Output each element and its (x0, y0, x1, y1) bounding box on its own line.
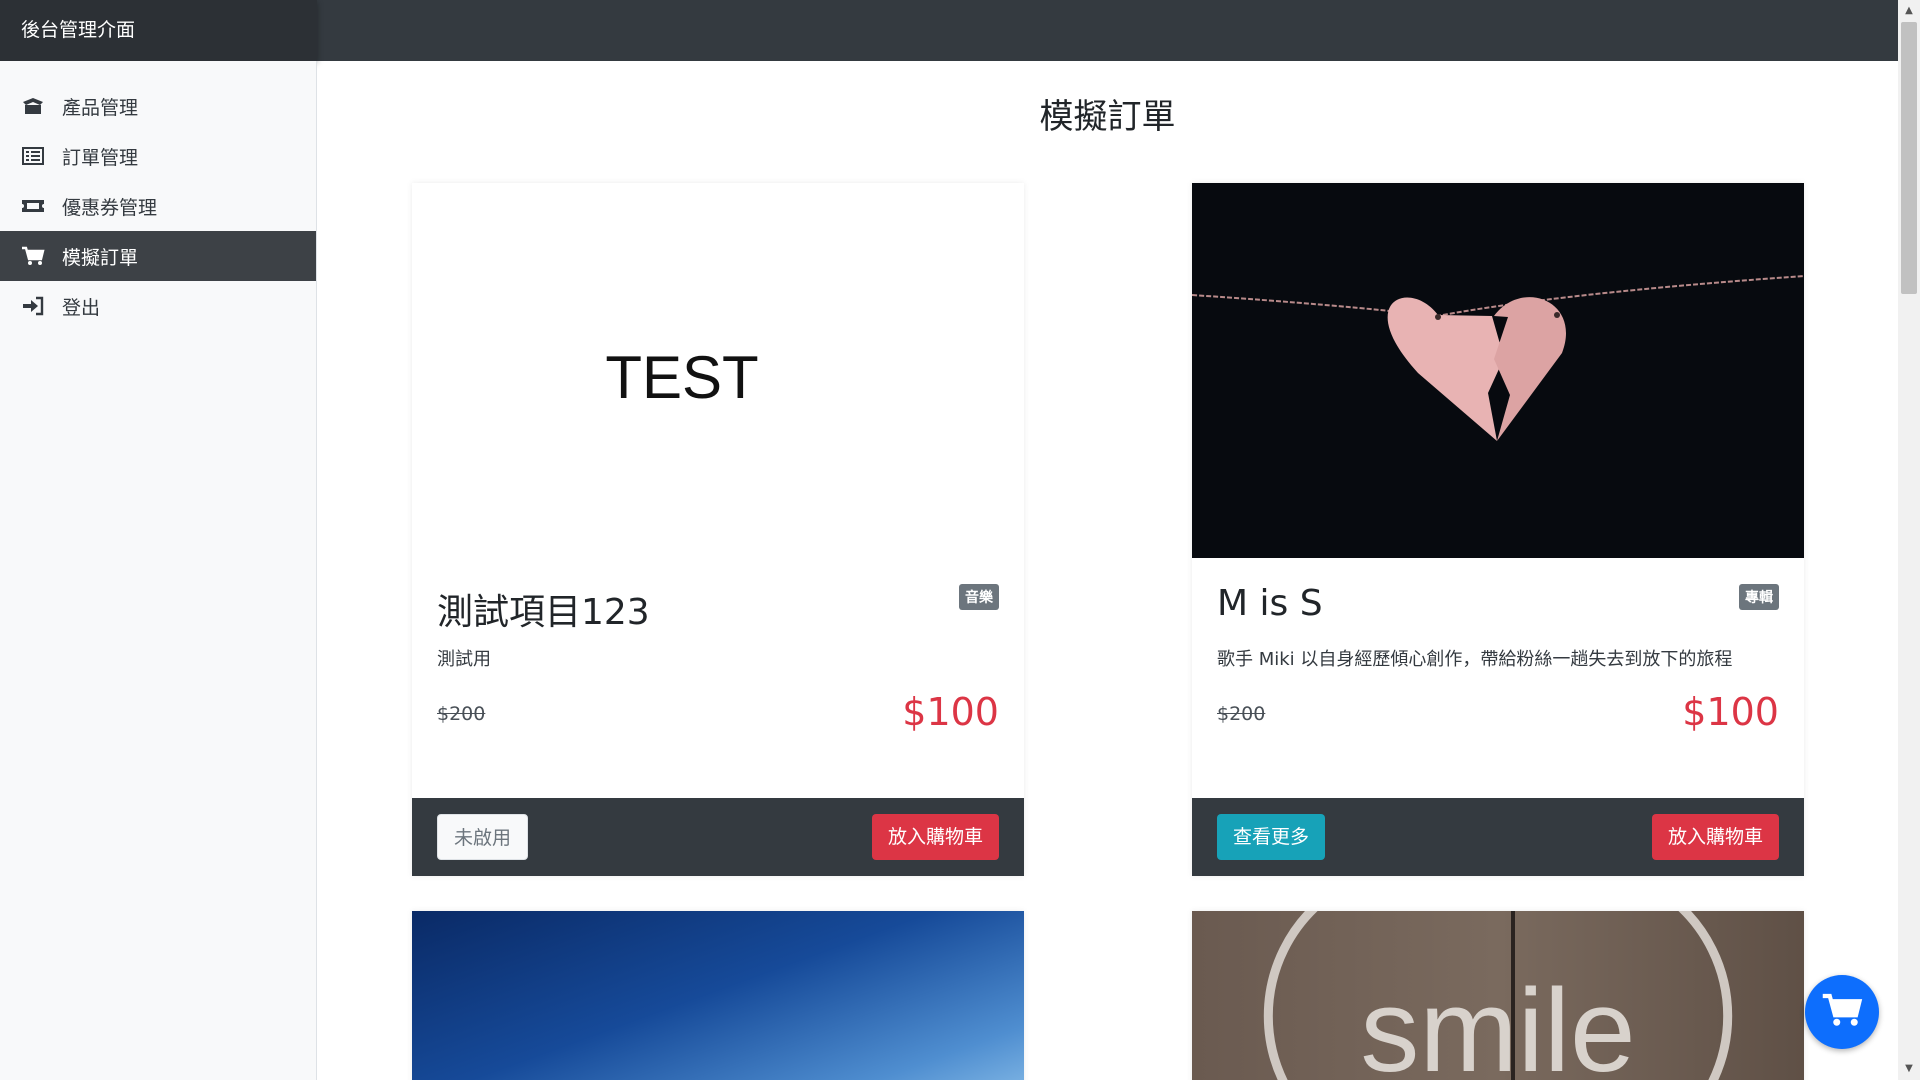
product-image-text: TEST (605, 344, 759, 411)
product-card: M is S 專輯 歌手 Miki 以自身經歷傾心創作，帶給粉絲一趟失去到放下的… (1192, 183, 1804, 876)
origin-price: $200 (1217, 703, 1266, 725)
main-content: 模擬訂單 TEST 測試項目123 音樂 測試用 $200 $100 未啟用 放… (317, 61, 1898, 1080)
product-image: smile (1192, 911, 1804, 1080)
add-to-cart-button[interactable]: 放入購物車 (1651, 814, 1779, 860)
card-body: 測試項目123 音樂 測試用 $200 $100 (412, 558, 1024, 798)
add-to-cart-button[interactable]: 放入購物車 (871, 814, 999, 860)
product-card: TEST 測試項目123 音樂 測試用 $200 $100 未啟用 放入購物車 (412, 183, 1024, 876)
sidebar-item-products[interactable]: 產品管理 (0, 81, 316, 131)
category-badge: 專輯 (1739, 584, 1779, 610)
sidebar: 產品管理 訂單管理 優惠券管理 模擬訂單 登出 (0, 61, 317, 1080)
sidebar-menu: 產品管理 訂單管理 優惠券管理 模擬訂單 登出 (0, 81, 316, 331)
vertical-scrollbar[interactable]: ▲ ▼ (1898, 0, 1920, 1080)
product-name: M is S (1217, 583, 1323, 624)
card-body: M is S 專輯 歌手 Miki 以自身經歷傾心創作，帶給粉絲一趟失去到放下的… (1192, 558, 1804, 798)
sign-in-icon (20, 296, 46, 316)
broken-heart-image (1192, 183, 1804, 558)
scroll-down-arrow[interactable]: ▼ (1898, 1058, 1920, 1080)
sidebar-item-label: 產品管理 (62, 96, 139, 119)
product-description: 歌手 Miki 以自身經歷傾心創作，帶給粉絲一趟失去到放下的旅程 (1217, 649, 1733, 670)
product-image: TEST (412, 183, 1024, 558)
view-more-button[interactable]: 查看更多 (1217, 814, 1326, 860)
cart-icon (1821, 992, 1863, 1032)
sidebar-item-mock-order[interactable]: 模擬訂單 (0, 231, 316, 281)
sidebar-item-coupons[interactable]: 優惠券管理 (0, 181, 316, 231)
scroll-up-arrow[interactable]: ▲ (1898, 0, 1920, 22)
disabled-button[interactable]: 未啟用 (437, 814, 529, 860)
sidebar-item-logout[interactable]: 登出 (0, 281, 316, 331)
card-footer: 未啟用 放入購物車 (412, 798, 1024, 876)
card-footer: 查看更多 放入購物車 (1192, 798, 1804, 876)
product-card: smile (1192, 911, 1804, 1080)
product-image-text: smile (1360, 965, 1636, 1080)
sidebar-item-orders[interactable]: 訂單管理 (0, 131, 316, 181)
sidebar-item-label: 優惠券管理 (62, 196, 158, 219)
list-icon (20, 146, 46, 166)
box-open-icon (20, 96, 46, 116)
category-badge: 音樂 (959, 584, 999, 610)
page-title: 模擬訂單 (1039, 97, 1176, 137)
origin-price: $200 (437, 703, 486, 725)
cart-icon (20, 246, 46, 266)
scrollbar-thumb[interactable] (1901, 22, 1917, 294)
sidebar-item-label: 登出 (62, 296, 101, 319)
floating-cart-button[interactable] (1805, 975, 1879, 1049)
product-image (412, 911, 1024, 1080)
product-image (1192, 183, 1804, 558)
sale-price: $100 (902, 690, 999, 734)
product-name: 測試項目123 (437, 592, 650, 633)
product-description: 測試用 (437, 649, 491, 670)
sidebar-item-label: 模擬訂單 (62, 246, 139, 269)
brand-title[interactable]: 後台管理介面 (0, 0, 317, 61)
ticket-icon (20, 196, 46, 216)
product-card (412, 911, 1024, 1080)
sidebar-item-label: 訂單管理 (62, 146, 139, 169)
sale-price: $100 (1682, 690, 1779, 734)
